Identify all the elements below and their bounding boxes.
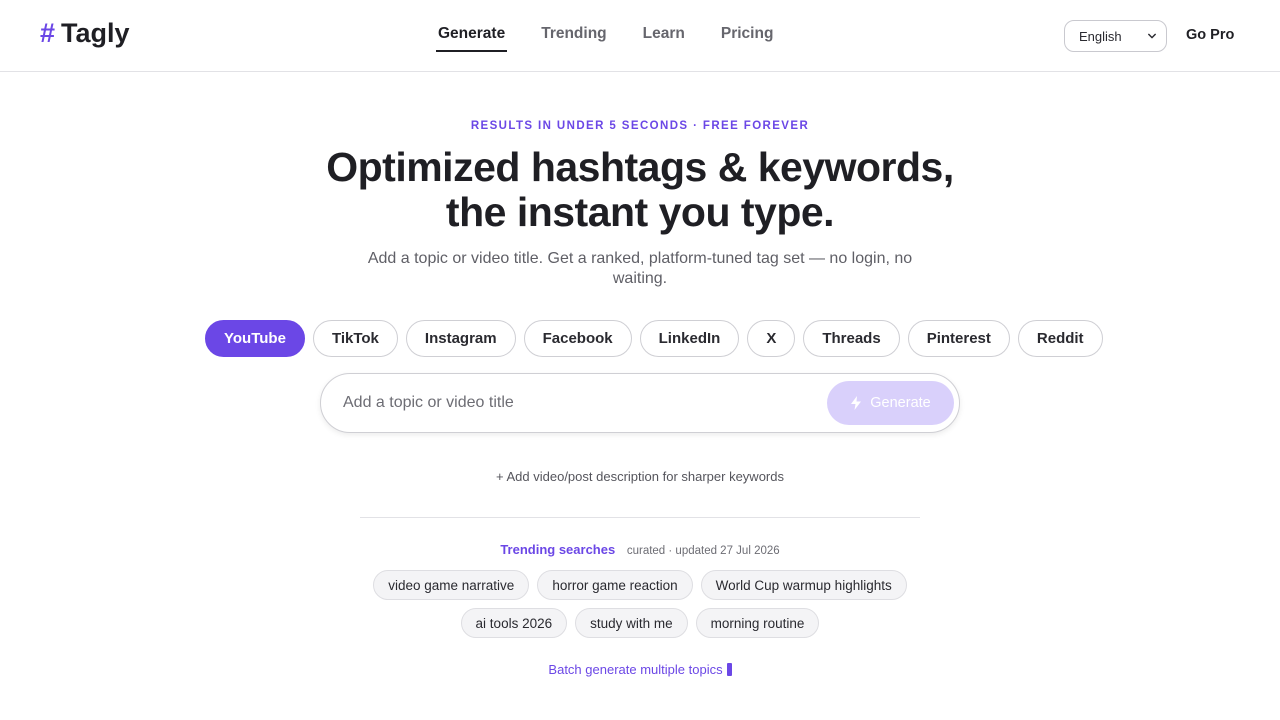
main-nav: Generate Trending Learn Pricing <box>436 25 776 52</box>
nav-item-trending[interactable]: Trending <box>539 25 608 49</box>
hero-headline: Optimized hashtags & keywords, the insta… <box>0 145 1280 235</box>
topic-search-bar: Generate <box>320 373 960 433</box>
trending-tag[interactable]: horror game reaction <box>537 570 693 600</box>
trending-tag[interactable]: morning routine <box>695 608 820 638</box>
nav-item-generate[interactable]: Generate <box>436 25 508 52</box>
headline-line-2: the instant you type. <box>445 189 835 235</box>
platform-chip-instagram[interactable]: Instagram <box>405 320 516 357</box>
lightning-bolt-icon <box>851 396 862 410</box>
trending-meta: curated · updated 27 Jul 2026 <box>626 545 780 557</box>
platform-chip-pinterest[interactable]: Pinterest <box>907 320 1010 357</box>
trending-tag[interactable]: ai tools 2026 <box>460 608 568 638</box>
hash-icon: # <box>40 18 56 48</box>
batch-generate-label: Batch generate multiple topics <box>548 662 723 677</box>
topic-input[interactable] <box>343 374 813 432</box>
platform-chip-youtube[interactable]: YouTube <box>205 320 305 357</box>
trending-tag[interactable]: World Cup warmup highlights <box>700 570 907 600</box>
platform-chip-linkedin[interactable]: LinkedIn <box>639 320 740 357</box>
trending-header: Trending searches curated · updated 27 J… <box>0 542 1280 557</box>
generate-button-label: Generate <box>870 395 931 411</box>
nav-item-learn[interactable]: Learn <box>641 25 687 49</box>
add-description-link[interactable]: + Add video/post description for sharper… <box>0 469 1280 484</box>
trending-tag[interactable]: video game narrative <box>373 570 530 600</box>
trending-tag[interactable]: study with me <box>575 608 688 638</box>
platform-chip-threads[interactable]: Threads <box>803 320 900 357</box>
nav-item-pricing[interactable]: Pricing <box>719 25 776 49</box>
language-select-value: English <box>1079 28 1122 44</box>
section-divider <box>360 517 920 518</box>
batch-generate-link[interactable]: Batch generate multiple topics <box>0 662 1280 677</box>
platform-chip-x[interactable]: X <box>747 320 796 357</box>
top-header: # Tagly Generate Trending Learn Pricing … <box>0 0 1280 72</box>
platform-selector: YouTube TikTok Instagram Facebook Linked… <box>205 320 1103 357</box>
platform-chip-reddit[interactable]: Reddit <box>1017 320 1103 357</box>
go-pro-link[interactable]: Go Pro <box>1186 27 1234 43</box>
trending-tags: video game narrative horror game reactio… <box>340 570 940 638</box>
hero-subtext: Add a topic or video title. Get a ranked… <box>367 250 913 287</box>
language-select[interactable]: English <box>1064 20 1167 52</box>
trending-title[interactable]: Trending searches <box>500 542 615 557</box>
batch-icon <box>726 663 732 676</box>
brand-name: Tagly <box>61 18 130 48</box>
platform-chip-tiktok[interactable]: TikTok <box>312 320 398 357</box>
headline-line-1: Optimized hashtags & keywords, <box>326 144 954 190</box>
brand-logo[interactable]: # Tagly <box>40 18 130 49</box>
chevron-down-icon <box>1148 33 1156 39</box>
hero-eyebrow: RESULTS IN UNDER 5 SECONDS · FREE FOREVE… <box>470 120 810 132</box>
generate-button[interactable]: Generate <box>827 381 954 425</box>
platform-chip-facebook[interactable]: Facebook <box>523 320 632 357</box>
